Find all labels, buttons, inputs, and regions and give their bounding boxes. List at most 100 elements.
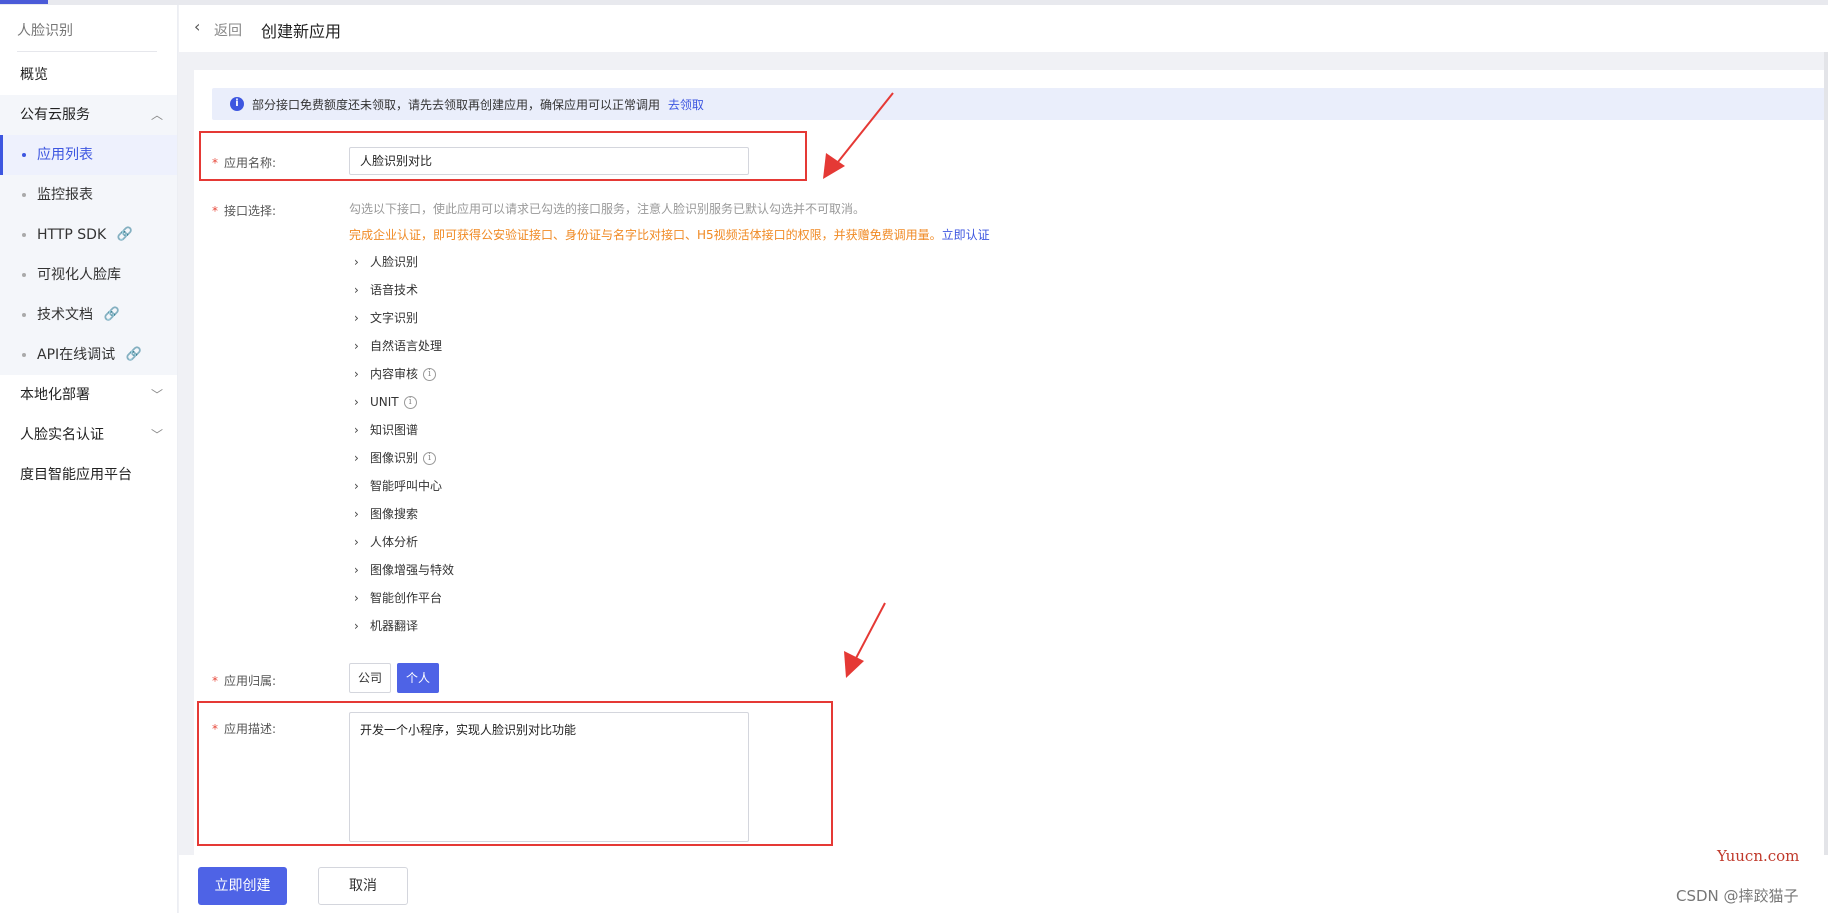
desc-label: * 应用描述:: [212, 720, 276, 737]
chevron-up-icon: ︿: [150, 108, 163, 122]
external-link-icon: 🔗: [116, 227, 133, 242]
api-select-label-text: 接口选择:: [224, 204, 277, 218]
sidebar-item-dumu-platform[interactable]: 度目智能应用平台: [0, 455, 177, 495]
api-group-content-review[interactable]: › 内容审核 i: [354, 360, 454, 388]
info-circle-icon[interactable]: i: [423, 452, 437, 465]
sidebar-item-app-list[interactable]: 应用列表: [0, 135, 177, 175]
sidebar-item-label: 概览: [20, 67, 48, 83]
api-group-image-search[interactable]: › 图像搜索: [354, 500, 454, 528]
required-mark: *: [212, 722, 218, 736]
sidebar-group-public-cloud[interactable]: 公有云服务 ︿: [0, 95, 177, 135]
chevron-right-icon: ›: [354, 311, 359, 325]
owner-personal-button[interactable]: 个人: [397, 663, 439, 693]
api-group-face-recognition[interactable]: › 人脸识别: [354, 248, 454, 276]
sidebar-item-label: 本地化部署: [20, 387, 90, 403]
api-group-ocr[interactable]: › 文字识别: [354, 304, 454, 332]
sidebar-item-api-debug[interactable]: API在线调试 🔗: [0, 335, 177, 375]
bullet-dot-icon: [22, 233, 26, 237]
app-name-label-text: 应用名称:: [224, 156, 277, 170]
required-mark: *: [212, 156, 218, 170]
api-group-label: 智能呼叫中心: [370, 479, 443, 493]
chevron-right-icon: ›: [354, 423, 359, 437]
create-app-form: i 部分接口免费额度还未领取，请先去领取再创建应用，确保应用可以正常调用 去领取…: [194, 70, 1828, 855]
page-scrollbar[interactable]: [1824, 52, 1828, 855]
bullet-dot-icon: [22, 273, 26, 277]
api-group-label: 人脸识别: [370, 255, 419, 269]
sidebar-item-label: 监控报表: [37, 187, 93, 203]
sidebar-title: 人脸识别: [17, 23, 73, 39]
sidebar-divider: [17, 51, 157, 52]
page-title: 创建新应用: [261, 22, 342, 41]
api-group-call-center[interactable]: › 智能呼叫中心: [354, 472, 454, 500]
sidebar-group-face-realname[interactable]: 人脸实名认证 ﹀: [0, 415, 177, 455]
api-group-label: 图像搜索: [370, 507, 419, 521]
api-group-label: 自然语言处理: [370, 339, 443, 353]
api-group-machine-translation[interactable]: › 机器翻译: [354, 612, 454, 640]
enterprise-hint-text: 完成企业认证，即可获得公安验证接口、身份证与名字比对接口、H5视频活体接口的权限…: [349, 228, 942, 242]
sidebar-item-http-sdk[interactable]: HTTP SDK 🔗: [0, 215, 177, 255]
api-group-label: 图像识别: [370, 451, 419, 465]
notice-text: 部分接口免费额度还未领取，请先去领取再创建应用，确保应用可以正常调用 去领取: [252, 96, 704, 113]
page-header: ‹ 返回 创建新应用: [179, 5, 1828, 52]
app-name-input[interactable]: 人脸识别对比: [349, 147, 749, 175]
bullet-dot-icon: [22, 313, 26, 317]
top-accent-bar: [0, 0, 48, 4]
sidebar-item-label: HTTP SDK: [37, 227, 107, 243]
api-group-label: 机器翻译: [370, 619, 419, 633]
verify-now-link[interactable]: 立即认证: [942, 228, 990, 242]
info-circle-icon[interactable]: i: [423, 368, 437, 381]
api-group-body-analysis[interactable]: › 人体分析: [354, 528, 454, 556]
sidebar-item-monitor-report[interactable]: 监控报表: [0, 175, 177, 215]
notice-message: 部分接口免费额度还未领取，请先去领取再创建应用，确保应用可以正常调用: [252, 98, 661, 112]
sidebar-item-visual-face-library[interactable]: 可视化人脸库: [0, 255, 177, 295]
owner-label-text: 应用归属:: [224, 674, 277, 688]
chevron-right-icon: ›: [354, 395, 359, 409]
api-group-image-recognition[interactable]: › 图像识别 i: [354, 444, 454, 472]
api-group-label: 文字识别: [370, 311, 419, 325]
sidebar-group-local-deploy[interactable]: 本地化部署 ﹀: [0, 375, 177, 415]
sidebar-item-tech-docs[interactable]: 技术文档 🔗: [0, 295, 177, 335]
bullet-dot-icon: [22, 153, 26, 157]
chevron-right-icon: ›: [354, 283, 359, 297]
desc-textarea[interactable]: 开发一个小程序，实现人脸识别对比功能: [349, 712, 749, 842]
app-name-label: * 应用名称:: [212, 154, 276, 171]
cancel-button[interactable]: 取消: [318, 867, 408, 905]
api-group-label: 人体分析: [370, 535, 419, 549]
create-now-button[interactable]: 立即创建: [198, 867, 287, 905]
claim-link[interactable]: 去领取: [668, 98, 704, 112]
watermark-author: CSDN @摔跤猫子: [1676, 887, 1799, 905]
sidebar-item-label: 公有云服务: [20, 107, 90, 123]
api-group-knowledge-graph[interactable]: › 知识图谱: [354, 416, 454, 444]
sidebar-item-label: 可视化人脸库: [37, 267, 121, 283]
sidebar-item-label: 人脸实名认证: [20, 427, 104, 443]
chevron-right-icon: ›: [354, 507, 359, 521]
sidebar-item-label: API在线调试: [37, 347, 116, 363]
sidebar: 人脸识别 概览 公有云服务 ︿ 应用列表 监控报表 HTTP SDK 🔗 可视化…: [0, 5, 178, 913]
bullet-dot-icon: [22, 353, 26, 357]
chevron-right-icon: ›: [354, 255, 359, 269]
chevron-left-icon[interactable]: ‹: [194, 17, 200, 36]
info-icon: i: [230, 97, 244, 111]
notice-banner: i 部分接口免费额度还未领取，请先去领取再创建应用，确保应用可以正常调用 去领取: [212, 88, 1828, 120]
api-group-creation-platform[interactable]: › 智能创作平台: [354, 584, 454, 612]
sidebar-item-overview[interactable]: 概览: [0, 55, 177, 95]
api-select-label: * 接口选择:: [212, 202, 276, 219]
api-group-label: 智能创作平台: [370, 591, 443, 605]
sidebar-item-label: 度目智能应用平台: [20, 467, 132, 483]
api-group-label: UNIT: [370, 395, 399, 409]
back-link[interactable]: 返回: [214, 20, 242, 40]
api-group-speech[interactable]: › 语音技术: [354, 276, 454, 304]
external-link-icon: 🔗: [103, 307, 120, 322]
api-group-label: 图像增强与特效: [370, 563, 455, 577]
owner-company-button[interactable]: 公司: [349, 663, 391, 693]
api-group-image-enhance[interactable]: › 图像增强与特效: [354, 556, 454, 584]
chevron-right-icon: ›: [354, 451, 359, 465]
chevron-right-icon: ›: [354, 591, 359, 605]
chevron-right-icon: ›: [354, 535, 359, 549]
api-group-label: 语音技术: [370, 283, 419, 297]
info-circle-icon[interactable]: i: [403, 396, 417, 409]
chevron-down-icon: ﹀: [150, 388, 163, 402]
api-group-unit[interactable]: › UNIT i: [354, 388, 454, 416]
api-group-nlp[interactable]: › 自然语言处理: [354, 332, 454, 360]
watermark-site: Yuucn.com: [1717, 847, 1800, 865]
